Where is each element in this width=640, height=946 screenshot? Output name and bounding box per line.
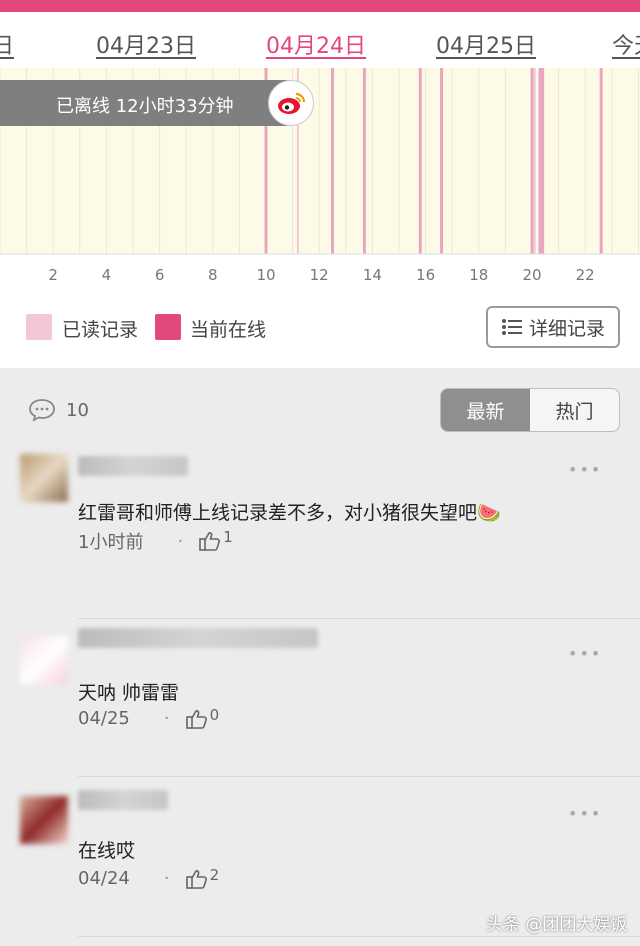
sort-segmented-control: 最新 热门 <box>440 388 620 432</box>
comment-divider <box>78 776 640 777</box>
x-tick-label: 2 <box>48 266 58 284</box>
watermark: 头条 @团团大娱饭 <box>486 915 628 935</box>
x-tick-label: 16 <box>416 266 435 284</box>
date-tab-04-24[interactable]: 04月24日 <box>266 28 366 60</box>
date-tab-bar: 2日 04月23日 04月24日 04月25日 今天 <box>0 12 640 68</box>
date-tab-04-22[interactable]: 2日 <box>0 28 14 60</box>
commenter-name-blurred <box>78 790 168 810</box>
comment-time: 04/25 <box>78 708 130 729</box>
online-record-mark <box>599 68 603 254</box>
x-tick-label: 22 <box>576 266 595 284</box>
online-record-mark <box>362 68 366 254</box>
like-count: 2 <box>209 865 220 884</box>
x-tick-label: 6 <box>155 266 165 284</box>
thumbs-up-icon[interactable] <box>199 531 221 551</box>
weibo-icon[interactable] <box>268 80 314 126</box>
like-count: 0 <box>209 705 220 724</box>
legend-online-label: 当前在线 <box>190 319 267 341</box>
comment-meta: 04/24 · 2 <box>78 865 220 890</box>
thumbs-up-icon[interactable] <box>185 869 208 889</box>
separator-dot: · <box>163 868 170 889</box>
comment-divider <box>78 618 640 619</box>
comment-text: 在线哎 <box>78 840 136 862</box>
comment-bubble-icon <box>29 399 55 422</box>
comment-text: 天呐 帅雷雷 <box>78 682 180 704</box>
separator-dot: · <box>163 708 170 729</box>
avatar[interactable] <box>20 454 68 502</box>
date-tab-04-23[interactable]: 04月23日 <box>96 28 196 60</box>
sort-latest-tab[interactable]: 最新 <box>441 389 530 431</box>
more-options-icon[interactable]: ••• <box>568 804 602 823</box>
legend-read-label: 已读记录 <box>62 319 139 341</box>
comment-count: 10 <box>28 398 89 422</box>
comment-time: 1小时前 <box>78 532 144 553</box>
x-tick-label: 10 <box>256 266 275 284</box>
sort-hot-tab[interactable]: 热门 <box>530 389 619 431</box>
separator-dot: · <box>177 530 184 552</box>
thumbs-up-icon[interactable] <box>185 709 208 729</box>
detail-records-button[interactable]: 详细记录 <box>486 306 620 348</box>
x-tick-label: 12 <box>310 266 329 284</box>
online-record-mark <box>541 68 545 254</box>
detail-records-label: 详细记录 <box>528 317 605 340</box>
online-record-mark <box>331 68 334 254</box>
comment-count-value: 10 <box>66 399 89 421</box>
x-tick-label: 4 <box>102 266 112 284</box>
comment-text: 红雷哥和师傅上线记录差不多，对小猪很失望吧🍉 <box>78 502 501 524</box>
x-tick-label: 20 <box>522 266 541 284</box>
offline-status-banner: 已离线 12小时33分钟 <box>0 80 310 126</box>
comment-meta: 1小时前 · 1 <box>78 528 233 554</box>
x-tick-label: 14 <box>363 266 382 284</box>
top-accent-bar <box>0 0 640 12</box>
date-tab-04-25[interactable]: 04月25日 <box>436 28 536 60</box>
commenter-name-blurred <box>78 628 318 648</box>
comment-meta: 04/25 · 0 <box>78 705 220 730</box>
legend-online-swatch <box>155 314 181 340</box>
avatar[interactable] <box>20 636 68 684</box>
x-tick-label: 18 <box>469 266 488 284</box>
comment-divider <box>78 936 640 937</box>
comment-time: 04/24 <box>78 868 130 889</box>
like-count: 1 <box>223 528 233 546</box>
avatar[interactable] <box>20 796 68 844</box>
more-options-icon[interactable]: ••• <box>568 460 602 479</box>
online-record-mark <box>418 68 422 254</box>
online-record-mark <box>530 68 534 254</box>
commenter-name-blurred <box>78 456 188 476</box>
online-record-mark <box>538 68 542 254</box>
offline-status-text: 已离线 12小时33分钟 <box>56 96 234 117</box>
list-icon <box>501 319 522 335</box>
x-tick-label: 8 <box>208 266 218 284</box>
more-options-icon[interactable]: ••• <box>568 644 602 663</box>
online-record-mark <box>440 68 444 254</box>
read-record-mark <box>533 68 536 254</box>
legend-read-swatch <box>26 314 52 340</box>
date-tab-today[interactable]: 今天 <box>612 28 640 60</box>
